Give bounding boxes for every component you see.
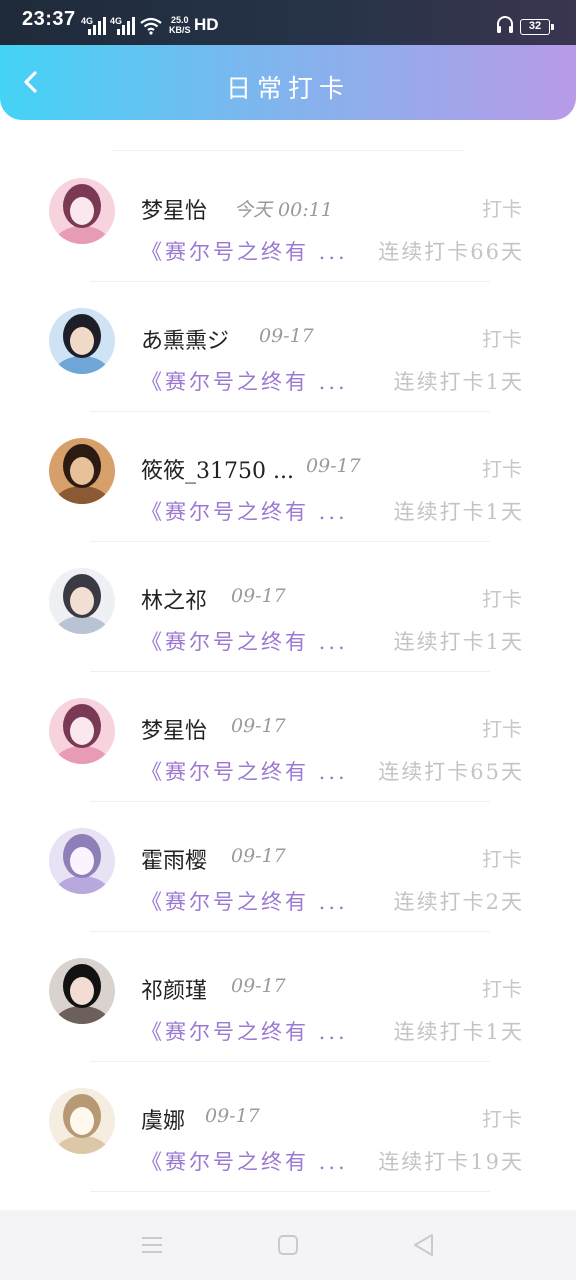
list-item[interactable]: 祁颜瑾 09-17 打卡 《赛尔号之终有 ... 连续打卡1天 xyxy=(0,915,576,1062)
user-name[interactable]: 林之祁 xyxy=(141,583,207,615)
course-link[interactable]: 《赛尔号之终有 ... xyxy=(141,886,348,916)
headset-icon xyxy=(497,16,513,33)
checkin-button[interactable]: 打卡 xyxy=(482,843,522,872)
avatar[interactable] xyxy=(49,438,115,504)
streak-text: 连续打卡66天 xyxy=(378,240,524,264)
post-date: 09-17 xyxy=(231,975,286,997)
home-button[interactable] xyxy=(273,1230,303,1260)
streak-text: 连续打卡2天 xyxy=(393,890,524,914)
checkin-button[interactable]: 打卡 xyxy=(482,583,522,612)
streak-text: 连续打卡1天 xyxy=(393,630,524,654)
checkin-button[interactable]: 打卡 xyxy=(482,193,522,222)
checkin-button[interactable]: 打卡 xyxy=(482,453,522,482)
battery-level: 32 xyxy=(528,20,542,32)
page-header: 日常打卡 xyxy=(0,45,576,120)
network-speed: 25.0 KB/S xyxy=(169,15,191,35)
checkin-list[interactable]: 梦星怡 今天 00:11 打卡 《赛尔号之终有 ... 连续打卡66天 あ熏熏ジ… xyxy=(0,135,576,1210)
avatar[interactable] xyxy=(49,568,115,634)
checkin-button[interactable]: 打卡 xyxy=(482,1103,522,1132)
post-date: 09-17 xyxy=(231,845,286,867)
post-date: 09-17 xyxy=(306,455,361,477)
wifi-icon xyxy=(140,17,162,35)
streak-text: 连续打卡19天 xyxy=(378,1150,524,1174)
user-name[interactable]: 霍雨樱 xyxy=(141,843,207,875)
user-name[interactable]: 虞娜 xyxy=(141,1103,185,1135)
streak-text: 连续打卡65天 xyxy=(378,760,524,784)
menu-icon xyxy=(142,1237,162,1253)
signal-icon-2 xyxy=(117,17,135,35)
streak-text: 连续打卡1天 xyxy=(393,1020,524,1044)
course-link[interactable]: 《赛尔号之终有 ... xyxy=(141,756,348,786)
page-title: 日常打卡 xyxy=(225,74,350,103)
post-date: 09-17 xyxy=(231,585,286,607)
checkin-button[interactable]: 打卡 xyxy=(482,323,522,352)
avatar[interactable] xyxy=(49,958,115,1024)
menu-button[interactable] xyxy=(137,1230,167,1260)
post-date: 09-17 xyxy=(231,715,286,737)
signal-icon xyxy=(88,17,106,35)
avatar[interactable] xyxy=(49,308,115,374)
status-time: 23:37 xyxy=(22,8,76,30)
checkin-button[interactable]: 打卡 xyxy=(482,973,522,1002)
hd-indicator: HD xyxy=(194,15,219,34)
list-item[interactable]: 梦星怡 09-17 打卡 《赛尔号之终有 ... 连续打卡65天 xyxy=(0,655,576,802)
user-name[interactable]: 梦星怡 xyxy=(141,193,207,225)
course-link[interactable]: 《赛尔号之终有 ... xyxy=(141,1016,348,1046)
post-date: 今天 00:11 xyxy=(234,199,333,221)
avatar[interactable] xyxy=(49,698,115,764)
user-name[interactable]: 祁颜瑾 xyxy=(141,973,207,1005)
user-name[interactable]: 梦星怡 xyxy=(141,713,207,745)
home-icon xyxy=(278,1235,298,1255)
list-item[interactable]: 梦星怡 今天 00:11 打卡 《赛尔号之终有 ... 连续打卡66天 xyxy=(0,135,576,282)
course-link[interactable]: 《赛尔号之终有 ... xyxy=(141,236,348,266)
checkin-button[interactable]: 打卡 xyxy=(482,713,522,742)
status-bar: 23:37 4G 4G 25.0 KB/S HD 32 xyxy=(0,0,576,45)
course-link[interactable]: 《赛尔号之终有 ... xyxy=(141,366,348,396)
streak-text: 连续打卡1天 xyxy=(393,500,524,524)
list-item[interactable]: 筱筱_31750 ... 09-17 打卡 《赛尔号之终有 ... 连续打卡1天 xyxy=(0,395,576,542)
divider xyxy=(90,1191,490,1192)
avatar[interactable] xyxy=(49,1088,115,1154)
streak-text: 连续打卡1天 xyxy=(393,370,524,394)
course-link[interactable]: 《赛尔号之终有 ... xyxy=(141,626,348,656)
avatar[interactable] xyxy=(49,828,115,894)
list-item[interactable]: 霍雨樱 09-17 打卡 《赛尔号之终有 ... 连续打卡2天 xyxy=(0,785,576,932)
avatar[interactable] xyxy=(49,178,115,244)
back-nav-button[interactable] xyxy=(409,1230,439,1260)
course-link[interactable]: 《赛尔号之终有 ... xyxy=(141,1146,348,1176)
list-item[interactable]: 虞娜 09-17 打卡 《赛尔号之终有 ... 连续打卡19天 xyxy=(0,1045,576,1192)
battery-icon: 32 xyxy=(520,19,554,35)
user-name[interactable]: 筱筱_31750 ... xyxy=(141,453,294,485)
course-link[interactable]: 《赛尔号之终有 ... xyxy=(141,496,348,526)
back-triangle-icon xyxy=(414,1234,433,1256)
speed-unit: KB/S xyxy=(169,25,191,35)
speed-value: 25.0 xyxy=(170,15,189,25)
post-date: 09-17 xyxy=(259,325,314,347)
list-item[interactable]: 林之祁 09-17 打卡 《赛尔号之终有 ... 连续打卡1天 xyxy=(0,525,576,672)
user-name[interactable]: あ熏熏ジ xyxy=(141,323,229,355)
post-date: 09-17 xyxy=(205,1105,260,1127)
list-item[interactable]: あ熏熏ジ 09-17 打卡 《赛尔号之终有 ... 连续打卡1天 xyxy=(0,265,576,412)
system-nav-bar xyxy=(0,1210,576,1280)
